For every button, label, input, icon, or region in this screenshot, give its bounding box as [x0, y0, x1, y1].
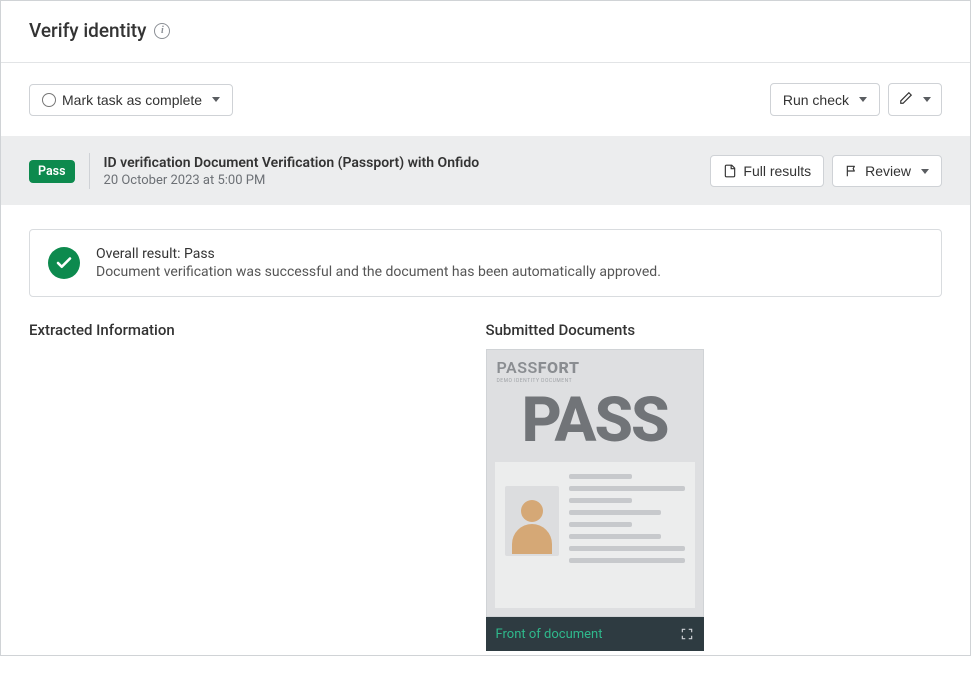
review-button[interactable]: Review: [832, 155, 942, 187]
document-card: PASSFORT DEMO IDENTITY DOCUMENT PASS: [486, 349, 704, 651]
check-circle-icon: [48, 247, 80, 279]
document-footer-label: Front of document: [496, 627, 603, 642]
verification-date: 20 October 2023 at 5:00 PM: [104, 173, 480, 188]
document-brand: PASSFORT: [497, 358, 693, 377]
extracted-info-heading: Extracted Information: [29, 321, 486, 339]
flag-icon: [845, 164, 859, 178]
full-results-button[interactable]: Full results: [710, 155, 824, 187]
document-footer: Front of document: [486, 617, 704, 651]
chevron-down-icon: [923, 97, 931, 102]
document-pass-text: PASS: [487, 390, 703, 452]
info-icon[interactable]: i: [154, 23, 170, 39]
run-check-button[interactable]: Run check: [770, 83, 880, 116]
document-image[interactable]: PASSFORT DEMO IDENTITY DOCUMENT PASS: [486, 349, 704, 617]
circle-icon: [42, 93, 56, 107]
expand-icon[interactable]: [680, 627, 694, 641]
full-results-label: Full results: [743, 163, 811, 179]
run-check-label: Run check: [783, 92, 849, 108]
separator: [89, 153, 90, 189]
status-badge: Pass: [29, 160, 75, 183]
document-icon: [723, 164, 737, 178]
overall-result-box: Overall result: Pass Document verificati…: [29, 229, 942, 297]
mark-complete-button[interactable]: Mark task as complete: [29, 84, 233, 116]
document-photo: [505, 486, 559, 556]
page-title: Verify identity: [29, 19, 146, 42]
document-panel: [495, 462, 695, 608]
chevron-down-icon: [921, 169, 929, 174]
overall-result-title: Overall result: Pass: [96, 246, 661, 262]
chevron-down-icon: [859, 97, 867, 102]
chevron-down-icon: [212, 97, 220, 102]
overall-result-subtitle: Document verification was successful and…: [96, 264, 661, 280]
edit-button[interactable]: [888, 83, 942, 116]
pencil-icon: [899, 91, 913, 108]
document-lines: [569, 472, 685, 598]
submitted-docs-heading: Submitted Documents: [486, 321, 943, 339]
review-label: Review: [865, 163, 911, 179]
mark-complete-label: Mark task as complete: [62, 92, 202, 108]
verification-title: ID verification Document Verification (P…: [104, 155, 480, 171]
